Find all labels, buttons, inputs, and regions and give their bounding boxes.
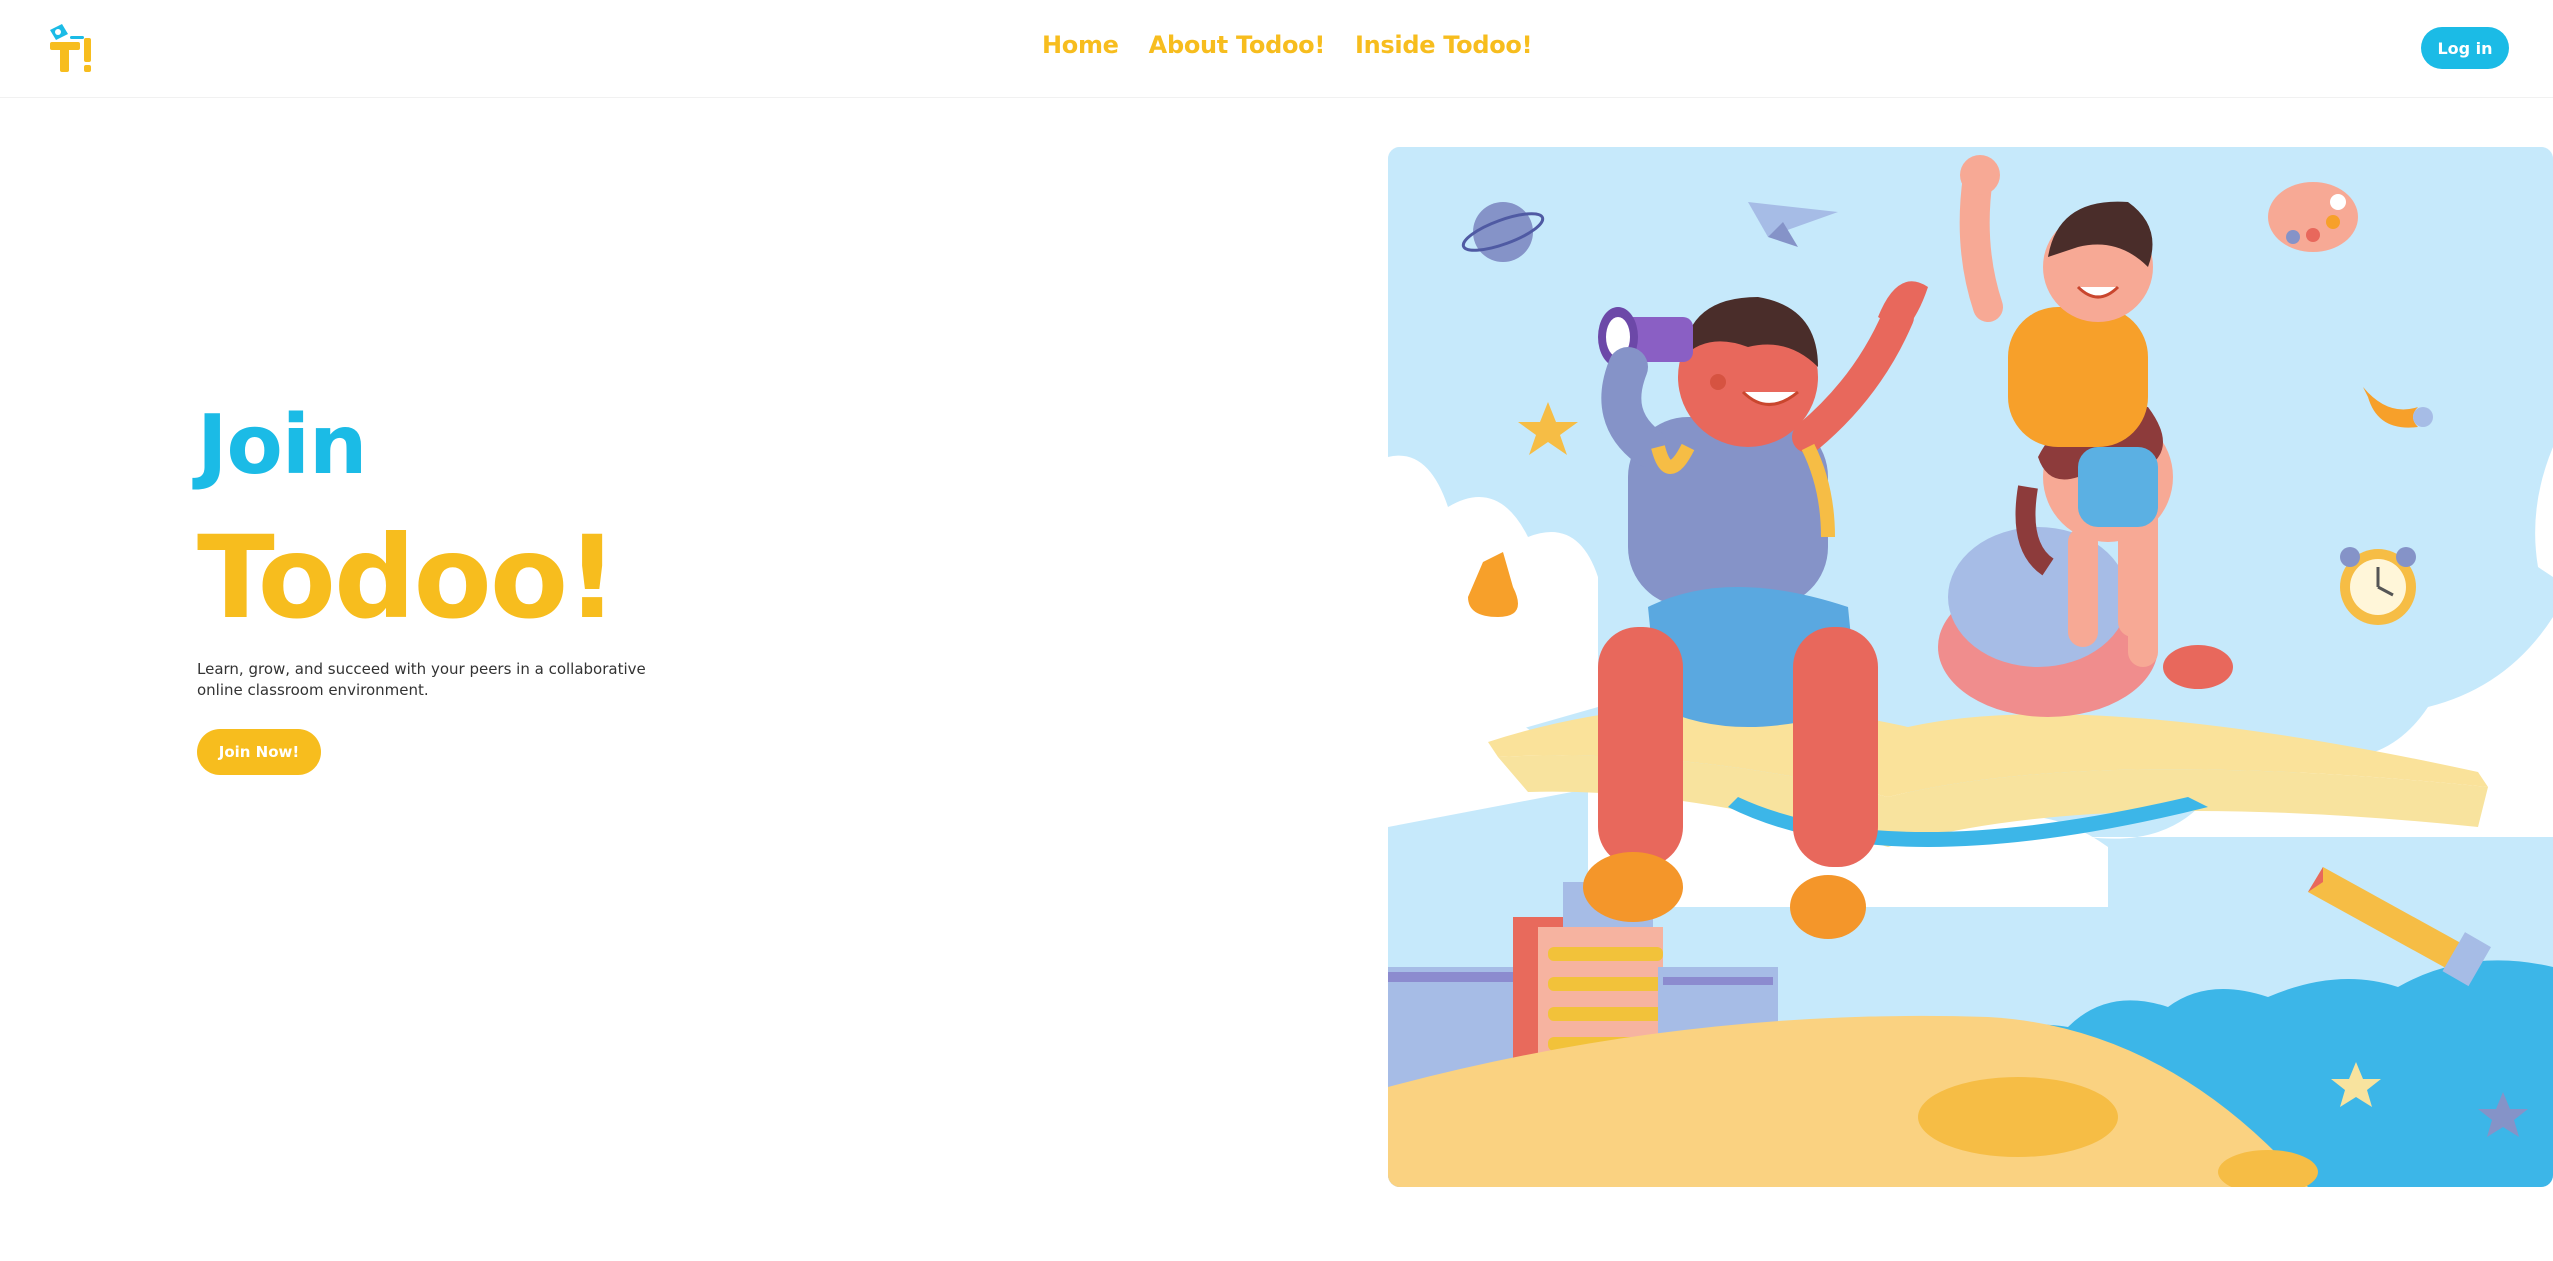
alarm-clock-icon xyxy=(2340,547,2416,625)
join-now-button[interactable]: Join Now! xyxy=(197,729,321,775)
login-button[interactable]: Log in xyxy=(2421,27,2509,69)
paint-palette-icon xyxy=(2268,182,2358,252)
hero-section: Join Todoo! Learn, grow, and succeed wit… xyxy=(197,405,757,775)
nav-link-home[interactable]: Home xyxy=(1042,31,1119,59)
nav-link-about[interactable]: About Todoo! xyxy=(1149,31,1326,59)
main-nav: Home About Todoo! Inside Todoo! xyxy=(1042,31,1533,59)
todoo-logo-icon[interactable] xyxy=(46,20,96,76)
kids-on-book-illustration xyxy=(1388,147,2553,1187)
navbar: Home About Todoo! Inside Todoo! Log in xyxy=(0,0,2553,98)
hero-title-join: Join xyxy=(197,398,367,493)
hero-illustration xyxy=(1388,147,2553,1187)
nav-link-inside[interactable]: Inside Todoo! xyxy=(1355,31,1533,59)
hero-title-todoo: Todoo! xyxy=(197,511,618,644)
hero-description: Learn, grow, and succeed with your peers… xyxy=(197,660,646,699)
